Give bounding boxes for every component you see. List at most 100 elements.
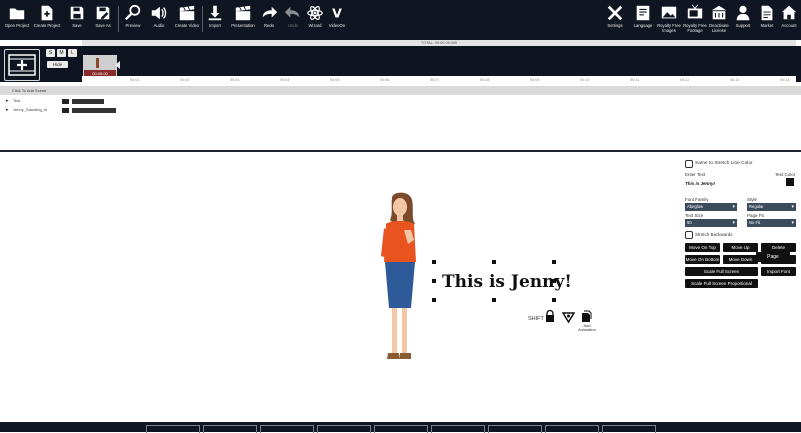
text-value-field[interactable]: This is Jenny! bbox=[685, 181, 715, 186]
save-as-icon bbox=[96, 6, 110, 20]
expand-arrow-icon[interactable]: ▸ bbox=[6, 98, 9, 104]
ruler-tick: 00:03 bbox=[230, 78, 240, 82]
text-properties-panel: Same to Stretch Line Color Enter Text Te… bbox=[685, 160, 797, 300]
import-button[interactable]: Import bbox=[200, 4, 230, 38]
size-large-button[interactable]: L bbox=[68, 49, 77, 57]
resize-handle[interactable] bbox=[492, 260, 496, 264]
resize-handle[interactable] bbox=[552, 298, 556, 302]
account-button[interactable]: Account bbox=[774, 4, 801, 38]
page-button[interactable]: Page bbox=[756, 252, 790, 262]
same-color-checkbox[interactable] bbox=[685, 160, 693, 168]
speaker-icon bbox=[151, 6, 167, 20]
audio-button[interactable]: Audio bbox=[144, 4, 174, 38]
undo-label: Undo bbox=[287, 23, 298, 28]
vector-icon[interactable] bbox=[562, 311, 575, 323]
create-video-button[interactable]: Create Video bbox=[172, 4, 202, 38]
move-down-button[interactable]: Move Down bbox=[723, 255, 758, 264]
redo-label: Redo bbox=[263, 23, 274, 28]
font-family-label: Font Family bbox=[685, 197, 709, 202]
resize-handle[interactable] bbox=[432, 279, 436, 283]
support-label: Support bbox=[735, 23, 751, 28]
size-medium-button[interactable]: M bbox=[57, 49, 66, 57]
create-video-label: Create Video bbox=[174, 23, 200, 28]
create-project-button[interactable]: Create Project bbox=[32, 4, 62, 38]
same-color-label: Same to Stretch Line Color bbox=[695, 161, 753, 166]
text-size-select[interactable]: 60 bbox=[685, 219, 737, 227]
wizard-label: Wizard bbox=[308, 23, 322, 28]
add-media-button[interactable] bbox=[4, 49, 40, 81]
text-color-label: Text Color bbox=[775, 172, 796, 177]
time-ruler[interactable]: 00:01 00:02 00:03 00:04 00:05 00:06 00:0… bbox=[82, 76, 796, 86]
hide-button[interactable]: Hide bbox=[47, 61, 68, 68]
style-select[interactable]: Regular bbox=[747, 203, 796, 211]
animation-icon[interactable] bbox=[580, 310, 592, 322]
move-up-button[interactable]: Move Up bbox=[723, 243, 758, 252]
ruler-tick: 00:01 bbox=[130, 78, 140, 82]
import-font-button[interactable]: Import Font bbox=[761, 267, 796, 276]
bottom-tab-strip bbox=[0, 422, 801, 433]
font-family-select[interactable]: Abeglow bbox=[685, 203, 737, 211]
ruler-tick: 00:14 bbox=[780, 78, 790, 82]
ruler-tick: 00:05 bbox=[330, 78, 340, 82]
tv-icon bbox=[687, 4, 703, 19]
scale-full-screen-button[interactable]: Scale Full Screen bbox=[685, 267, 758, 276]
settings-button[interactable]: Settings bbox=[600, 4, 630, 38]
download-icon bbox=[208, 5, 222, 21]
scene-preview-image bbox=[84, 56, 116, 70]
clapperboard-icon bbox=[179, 5, 195, 21]
track-controls-icon[interactable] bbox=[62, 99, 69, 104]
page-fit-label: Page Fit bbox=[747, 213, 764, 218]
stage-text[interactable]: This is Jenny! bbox=[442, 272, 572, 292]
track-row-jenny[interactable]: ▸ Jenny_Standing_hi bbox=[0, 106, 801, 115]
import-label: Import bbox=[209, 23, 221, 28]
track-duration-bar[interactable] bbox=[72, 108, 116, 113]
track-controls-icon[interactable] bbox=[62, 108, 69, 113]
clip-end-handle[interactable] bbox=[115, 61, 120, 69]
ruler-tick: 00:10 bbox=[580, 78, 590, 82]
create-project-label: Create Project bbox=[33, 23, 61, 28]
redo-icon bbox=[262, 6, 278, 18]
svg-text:V: V bbox=[332, 6, 342, 21]
scene-section-bar[interactable]: Click To Add Scene bbox=[0, 86, 801, 95]
canvas-stage[interactable]: This is Jenny! SHIFT Add Animation Same … bbox=[0, 150, 801, 422]
audio-label: Audio bbox=[153, 23, 165, 28]
ruler-tick: 00:12 bbox=[680, 78, 690, 82]
jenny-character-image[interactable] bbox=[378, 190, 428, 372]
page-fit-select[interactable]: No Fit bbox=[747, 219, 796, 227]
move-on-bottom-button[interactable]: Move On Bottom bbox=[685, 255, 720, 264]
market-label: Market bbox=[760, 23, 774, 28]
scene-clip-thumbnail[interactable]: 00:05.00 bbox=[83, 55, 117, 78]
resize-handle[interactable] bbox=[432, 298, 436, 302]
account-label: Account bbox=[781, 23, 797, 28]
scale-full-screen-proportional-button[interactable]: Scale Full Screen Proportional bbox=[685, 279, 758, 288]
clapperboard-icon bbox=[235, 5, 251, 21]
resize-handle[interactable] bbox=[552, 260, 556, 264]
open-project-button[interactable]: Open Project bbox=[2, 4, 32, 38]
resize-handle[interactable] bbox=[432, 260, 436, 264]
track-row-text[interactable]: ▸ Text bbox=[0, 97, 801, 106]
timeline: TOTAL: 00:00:05:000 S M L Hide 00:05.00 … bbox=[0, 40, 801, 150]
move-on-top-button[interactable]: Move On Top bbox=[685, 243, 720, 252]
track-duration-bar[interactable] bbox=[72, 99, 104, 104]
save-as-button[interactable]: Save As bbox=[88, 4, 118, 38]
add-video-icon bbox=[8, 54, 36, 76]
delete-button[interactable]: Delete bbox=[761, 243, 796, 252]
size-small-button[interactable]: S bbox=[46, 49, 55, 57]
support-agent-icon bbox=[736, 5, 750, 21]
text-color-swatch[interactable] bbox=[786, 178, 794, 186]
stretch-backwards-label: Stretch Backwards bbox=[695, 232, 733, 237]
tools-icon bbox=[607, 5, 623, 21]
scene-section-label: Click To Add Scene bbox=[12, 88, 47, 93]
shift-label: SHIFT bbox=[528, 316, 544, 322]
save-label: Save bbox=[72, 23, 82, 28]
lock-icon[interactable] bbox=[544, 310, 556, 322]
ruler-tick: 00:08 bbox=[480, 78, 490, 82]
v-icon: V bbox=[332, 6, 342, 21]
stretch-backwards-checkbox[interactable] bbox=[685, 231, 693, 239]
ruler-tick: 00:02 bbox=[180, 78, 190, 82]
expand-arrow-icon[interactable]: ▸ bbox=[6, 107, 9, 113]
ruler-tick: 00:09 bbox=[530, 78, 540, 82]
videoon-button[interactable]: V VideoOn bbox=[322, 4, 352, 38]
resize-handle[interactable] bbox=[492, 298, 496, 302]
text-element-selection[interactable]: This is Jenny! bbox=[432, 260, 572, 302]
